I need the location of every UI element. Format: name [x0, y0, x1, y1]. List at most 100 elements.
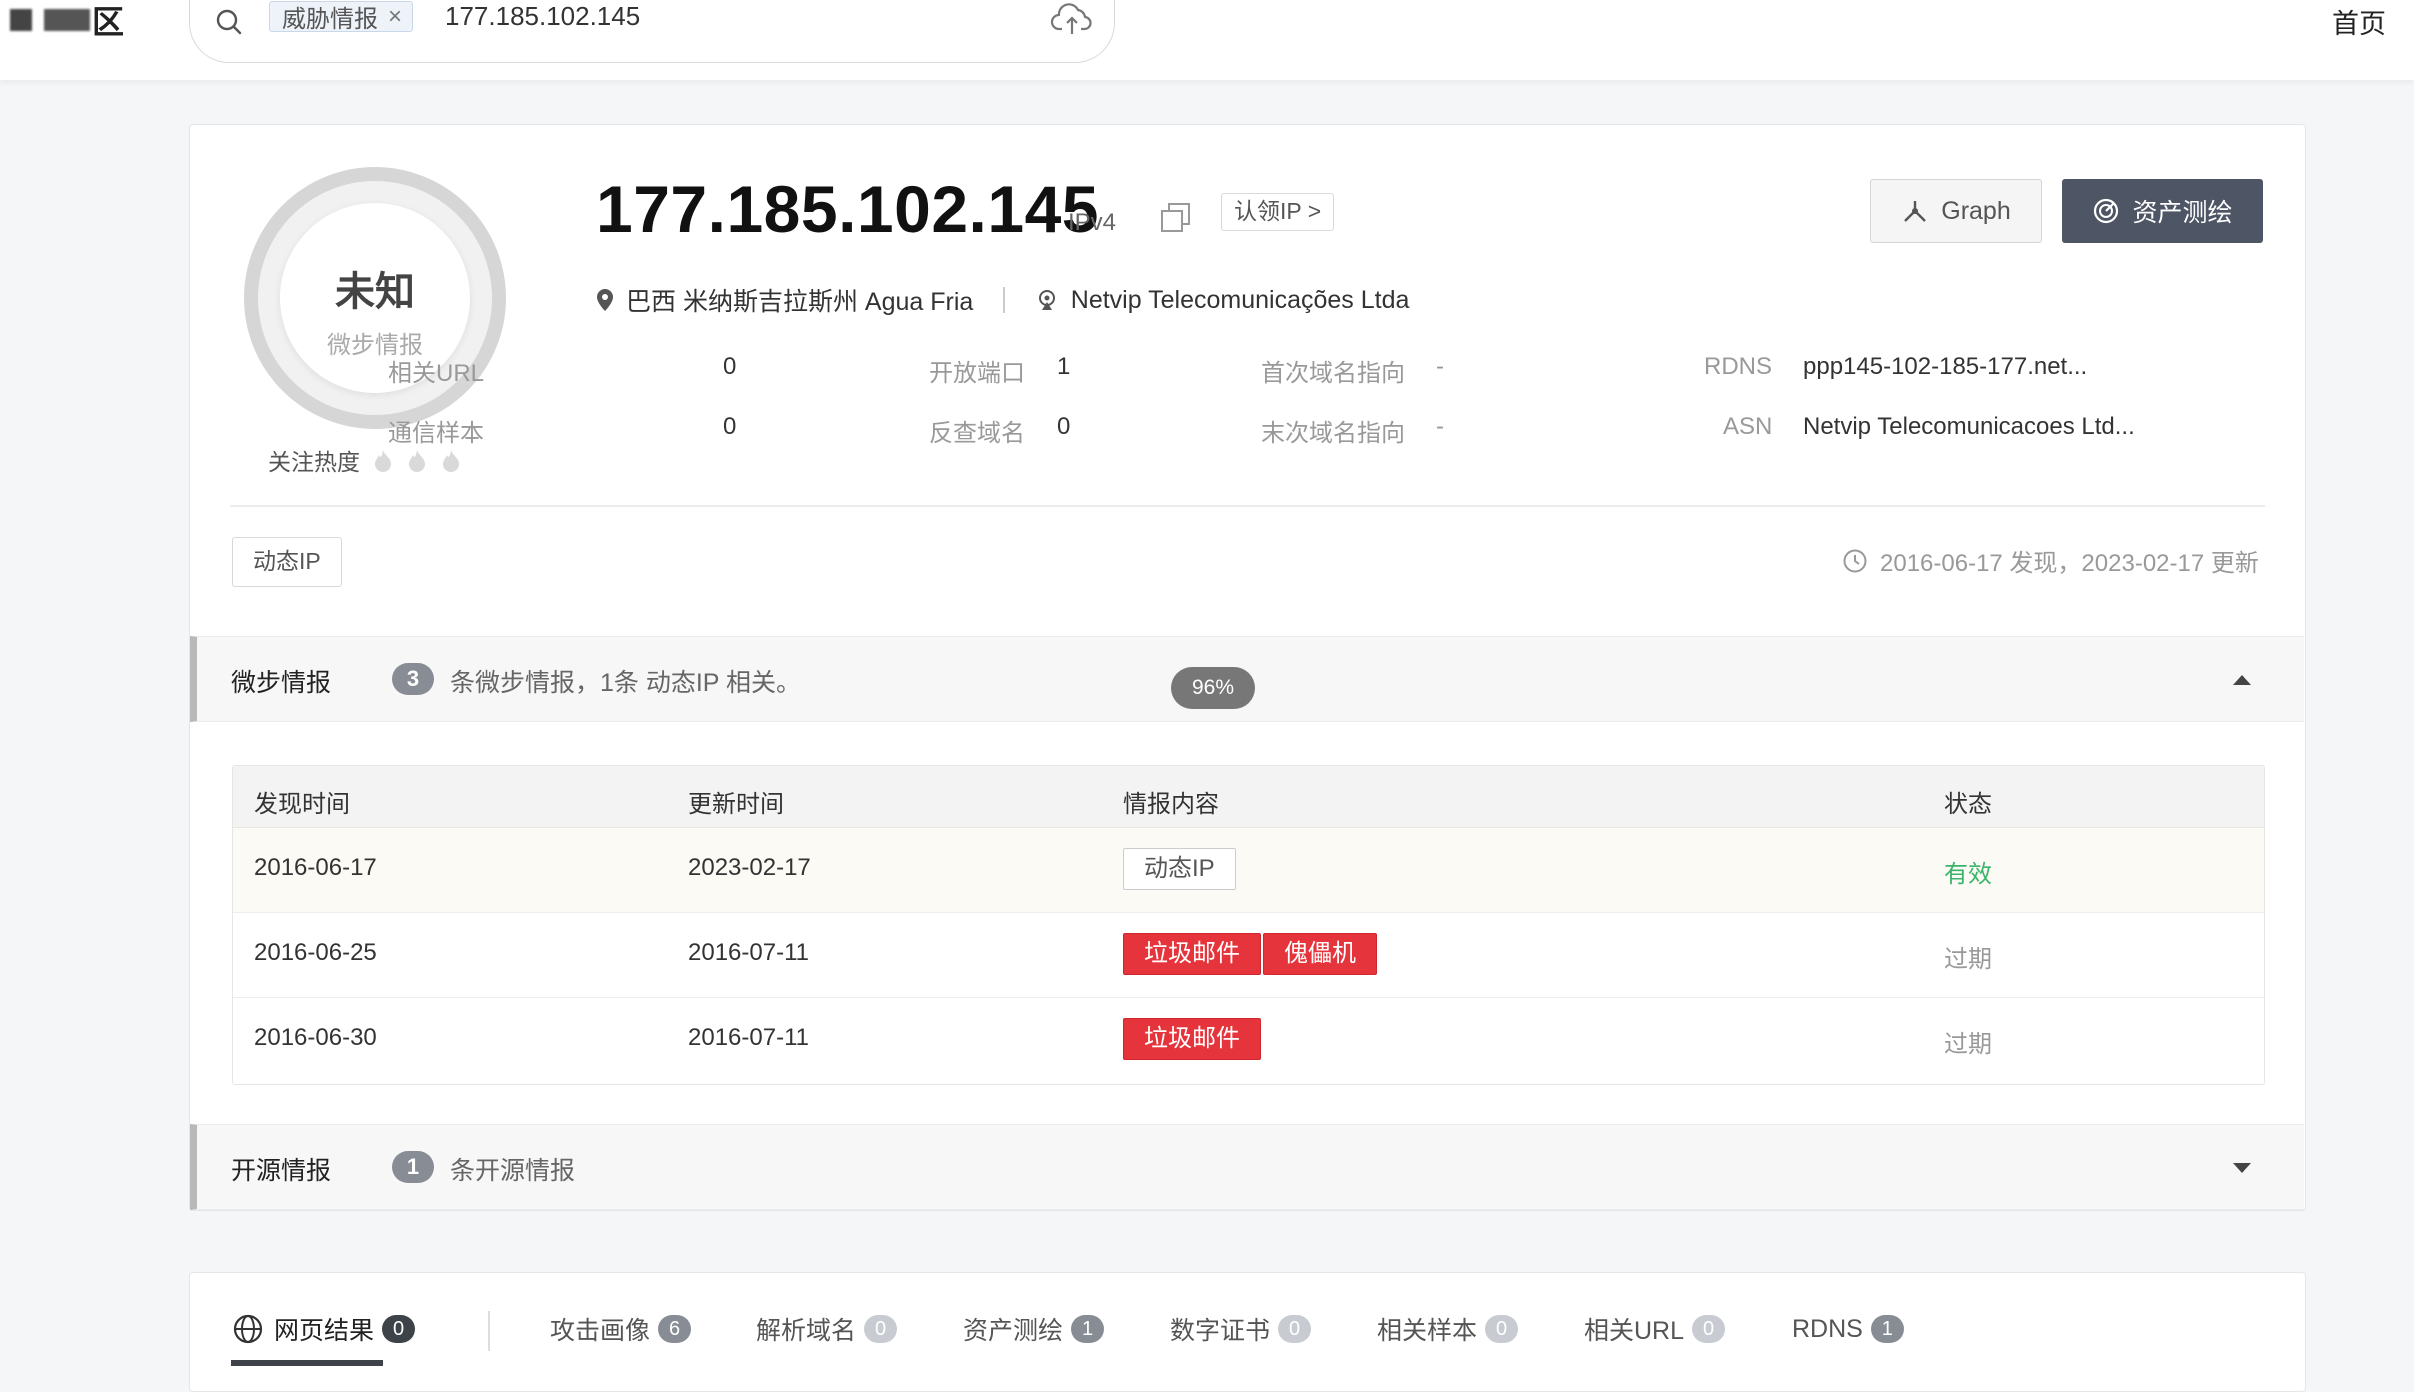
search-bar[interactable]: 威胁情报 × 177.185.102.145: [189, 0, 1115, 63]
ip-summary-card: 未知 微步情报 关注热度 177.185.102.145 IPv4 认领IP >…: [189, 124, 2306, 1211]
column-header: 发现时间: [254, 791, 350, 818]
logo-mark: [10, 9, 32, 31]
tab-resolved-domains[interactable]: 解析域名 0: [756, 1309, 898, 1349]
intel-section-header[interactable]: 微步情报 3 条微步情报，1条 动态IP 相关。 96%: [190, 636, 2304, 722]
tab-asset-mapping[interactable]: 资产测绘 1: [963, 1309, 1105, 1349]
summary-divider: [230, 505, 2265, 507]
tab-label: 资产测绘: [963, 1317, 1064, 1345]
tab-count: 1: [1870, 1315, 1904, 1343]
asn-value[interactable]: Netvip Telecomunicacoes Ltd...: [1803, 413, 2135, 441]
reverse-domains-value[interactable]: 0: [1057, 413, 1070, 441]
asset-mapping-button[interactable]: 资产测绘: [2062, 179, 2263, 243]
tab-label: 数字证书: [1170, 1317, 1271, 1345]
status-badge: 过期: [1944, 1031, 1992, 1058]
flame-icon: [409, 450, 425, 472]
isp-text: Netvip Telecomunicações Ltda: [1070, 285, 1410, 314]
related-url-label: 相关URL: [388, 360, 485, 387]
tab-web-results[interactable]: 网页结果 0: [232, 1309, 416, 1349]
flame-icon: [375, 450, 391, 472]
related-url-value[interactable]: 0: [723, 353, 736, 381]
search-icon[interactable]: [214, 7, 244, 37]
tab-label: 相关URL: [1584, 1317, 1685, 1345]
top-bar: 区 威胁情报 × 177.185.102.145 首页: [0, 0, 2414, 80]
column-header: 更新时间: [688, 791, 784, 818]
logo-mark-obscured: [44, 9, 90, 31]
copy-icon[interactable]: [1159, 201, 1193, 235]
graph-icon: [1904, 201, 1927, 222]
intel-section-description: 条微步情报，1条 动态IP 相关。: [450, 669, 801, 697]
tab-related-samples[interactable]: 相关样本 0: [1377, 1309, 1519, 1349]
cloud-upload-icon[interactable]: [1050, 1, 1094, 37]
tab-certificates[interactable]: 数字证书 0: [1170, 1309, 1312, 1349]
tab-separator: [488, 1311, 490, 1351]
last-domain-value: -: [1436, 413, 1444, 440]
location-row: 巴西 米纳斯吉拉斯州 Agua Fria Netvip Telecomunica…: [596, 283, 1409, 317]
tab-attack-profile[interactable]: 攻击画像 6: [550, 1309, 692, 1349]
ip-address-title: 177.185.102.145: [596, 172, 1099, 246]
tab-count: 0: [864, 1315, 898, 1343]
updated-date: 2016-07-11: [688, 939, 809, 966]
search-scope-label: 威胁情报: [282, 6, 378, 33]
search-scope-tag[interactable]: 威胁情报 ×: [269, 1, 414, 33]
dynamic-ip-tag[interactable]: 动态IP: [232, 537, 342, 587]
close-icon[interactable]: ×: [388, 3, 402, 31]
table-row: 2016-06-30 2016-07-11 垃圾邮件 过期: [233, 998, 2264, 1083]
updated-date: 2023-02-17: [688, 854, 811, 881]
location-text: 巴西 米纳斯吉拉斯州 Agua Fria: [626, 288, 974, 316]
found-date: 2016-06-30: [254, 1024, 377, 1051]
status-badge: 过期: [1944, 946, 1992, 973]
osint-section-header[interactable]: 开源情报 1 条开源情报: [190, 1124, 2304, 1210]
last-domain-label: 末次域名指向: [1261, 420, 1405, 447]
tab-label: 攻击画像: [550, 1317, 651, 1345]
graph-button-label: Graph: [1941, 196, 2011, 225]
intel-tag[interactable]: 动态IP: [1123, 848, 1236, 890]
location-pin-icon: [597, 289, 613, 311]
intel-tag[interactable]: 傀儡机: [1263, 933, 1377, 975]
tab-label: 相关样本: [1377, 1317, 1478, 1345]
status-badge: 有效: [1944, 861, 1992, 888]
site-logo[interactable]: 区: [10, 0, 124, 40]
ip-version: IPv4: [1068, 209, 1117, 236]
intel-tag[interactable]: 垃圾邮件: [1123, 933, 1261, 975]
clock-icon: [1843, 549, 1867, 572]
chevron-up-icon[interactable]: [2233, 675, 2251, 685]
table-header: 发现时间 更新时间 情报内容 状态: [233, 766, 2264, 828]
found-date: 2016-06-25: [254, 939, 377, 966]
globe-icon: [233, 1314, 263, 1344]
chevron-down-icon[interactable]: [2233, 1163, 2251, 1173]
osint-section-title: 开源情报: [231, 1157, 332, 1185]
tab-label: 网页结果: [274, 1317, 375, 1345]
discovery-dates: 2016-06-17 发现，2023-02-17 更新: [1842, 543, 2259, 578]
tab-count: 0: [1485, 1315, 1519, 1343]
flame-icon: [443, 450, 459, 472]
rdns-label: RDNS: [1704, 353, 1773, 380]
intel-tag[interactable]: 垃圾邮件: [1123, 1018, 1261, 1060]
intel-count-badge: 3: [392, 663, 434, 695]
found-date: 2016-06-17: [254, 854, 377, 881]
location-separator: [1003, 287, 1005, 313]
rdns-value[interactable]: ppp145-102-185-177.net...: [1803, 353, 2087, 381]
tab-rdns[interactable]: RDNS 1: [1792, 1309, 1904, 1349]
logo-text: 区: [92, 4, 125, 40]
asn-label: ASN: [1723, 413, 1773, 440]
table-row: 2016-06-17 2023-02-17 动态IP 有效: [233, 828, 2264, 913]
progress-badge: 96%: [1171, 667, 1255, 709]
asset-mapping-label: 资产测绘: [2132, 199, 2233, 227]
tab-related-urls[interactable]: 相关URL 0: [1584, 1309, 1726, 1349]
column-header: 情报内容: [1123, 791, 1219, 818]
result-tabs: 网页结果 0 攻击画像 6 解析域名 0 资产测绘 1 数字证书 0 相关样本 …: [189, 1272, 2306, 1392]
open-ports-label: 开放端口: [929, 360, 1025, 387]
first-domain-value: -: [1436, 353, 1444, 380]
claim-ip-button[interactable]: 认领IP >: [1221, 193, 1335, 231]
tab-count: 0: [1692, 1315, 1726, 1343]
graph-button[interactable]: Graph: [1870, 179, 2042, 243]
tab-label: 解析域名: [756, 1317, 857, 1345]
reverse-domains-label: 反查域名: [929, 420, 1025, 447]
tab-count: 0: [382, 1315, 416, 1343]
tab-count: 0: [1278, 1315, 1312, 1343]
search-input[interactable]: 177.185.102.145: [445, 1, 640, 32]
home-link[interactable]: 首页: [2332, 2, 2386, 41]
discovery-dates-text: 2016-06-17 发现，2023-02-17 更新: [1880, 550, 2259, 577]
comm-samples-value[interactable]: 0: [723, 413, 736, 441]
open-ports-value[interactable]: 1: [1057, 353, 1070, 381]
